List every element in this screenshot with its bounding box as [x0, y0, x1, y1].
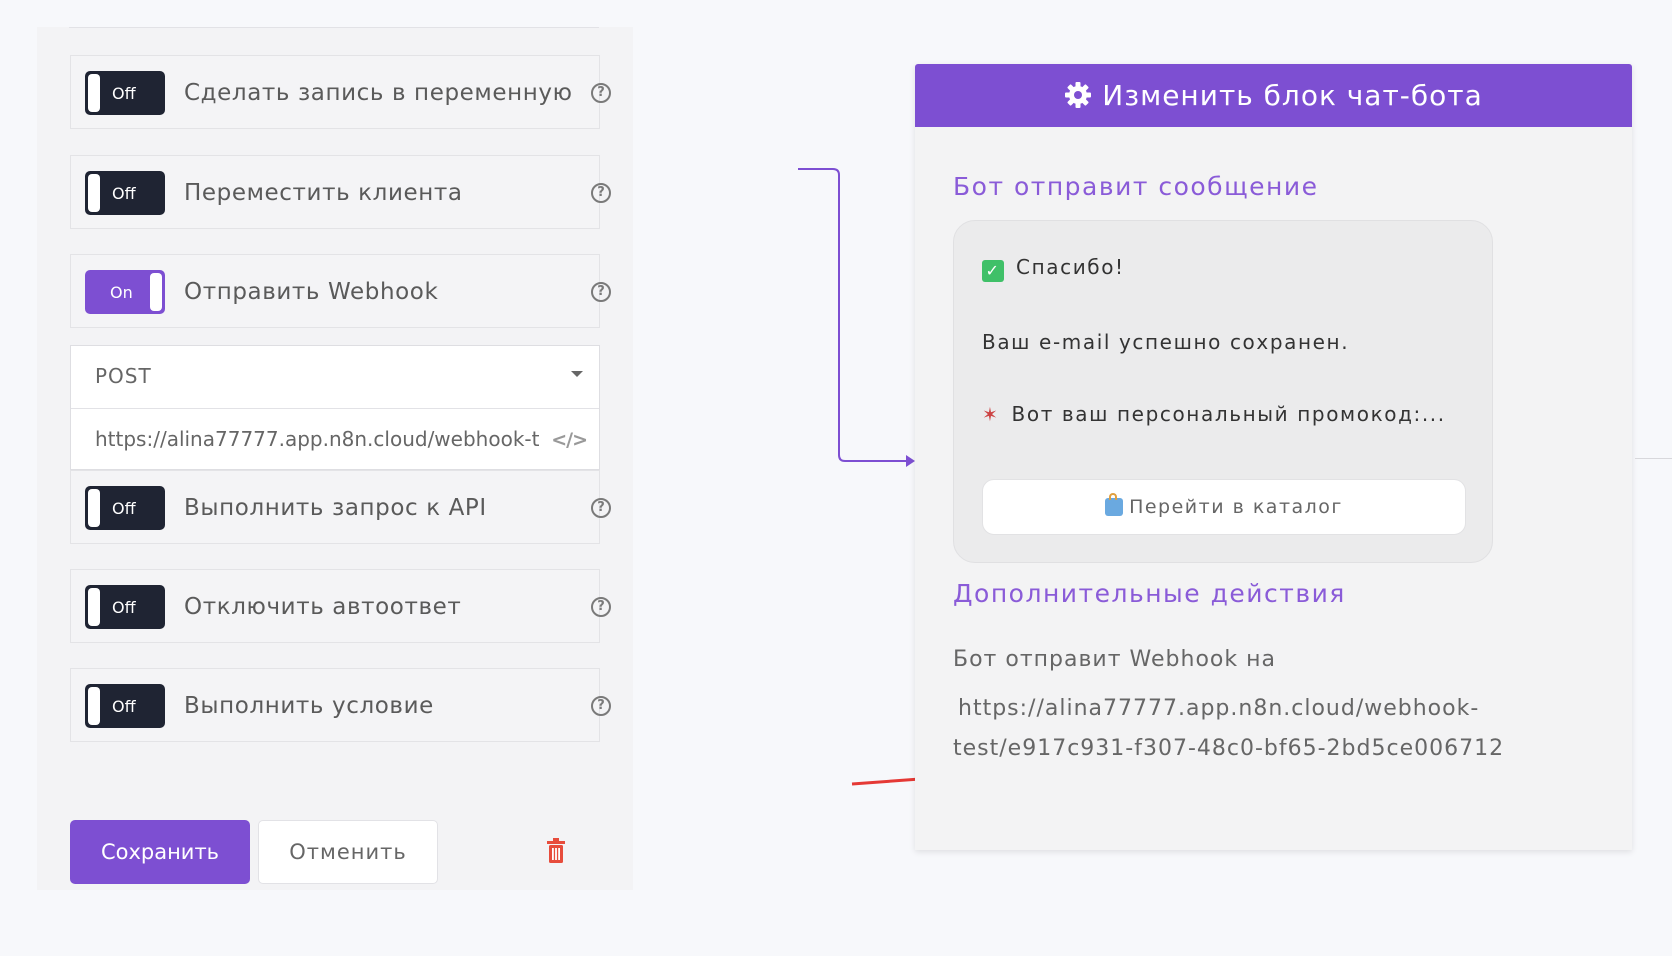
- toggle-knob: [150, 273, 162, 311]
- toggle-variable[interactable]: Off: [85, 71, 165, 115]
- help-icon[interactable]: ?: [591, 597, 611, 617]
- message-line-3: Вот ваш персональный промокод:...: [1011, 402, 1446, 426]
- webhook-url-line-1: https://alina77777.app.n8n.cloud/webhook…: [958, 696, 1480, 721]
- save-button[interactable]: Сохранить: [70, 820, 250, 884]
- toggle-state: Off: [112, 697, 136, 716]
- action-row-autoreply: Off Отключить автоответ ?: [70, 569, 611, 643]
- toggle-webhook[interactable]: On: [85, 270, 165, 314]
- action-label: Сделать запись в переменную: [184, 80, 573, 106]
- toggle-state: Off: [112, 499, 136, 518]
- message-section-title: Бот отправит сообщение: [953, 172, 1319, 201]
- action-label: Выполнить запрос к API: [184, 495, 487, 521]
- help-icon[interactable]: ?: [591, 498, 611, 518]
- message-line-2: Ваш e-mail успешно сохранен.: [982, 330, 1350, 354]
- additional-section-title: Дополнительные действия: [953, 579, 1346, 608]
- help-icon[interactable]: ?: [591, 696, 611, 716]
- method-value: POST: [95, 364, 152, 388]
- catalog-button[interactable]: Перейти в каталог: [982, 479, 1466, 535]
- toggle-condition[interactable]: Off: [85, 684, 165, 728]
- toggle-state: On: [110, 283, 133, 302]
- toggle-knob: [88, 489, 100, 527]
- toggle-move-client[interactable]: Off: [85, 171, 165, 215]
- help-icon[interactable]: ?: [591, 282, 611, 302]
- method-select[interactable]: POST: [71, 346, 599, 409]
- message-line-1: Спасибо!: [1016, 255, 1125, 279]
- cancel-button[interactable]: Отменить: [258, 820, 438, 884]
- toggle-autoreply[interactable]: Off: [85, 585, 165, 629]
- message-line: ✶ Вот ваш персональный промокод:...: [982, 402, 1446, 426]
- webhook-settings: POST </>: [70, 345, 600, 470]
- check-icon: ✓: [982, 260, 1004, 282]
- card-title: Изменить блок чат-бота: [1102, 79, 1483, 112]
- code-icon[interactable]: </>: [551, 429, 588, 451]
- help-icon[interactable]: ?: [591, 183, 611, 203]
- action-label: Выполнить условие: [184, 693, 434, 719]
- toggle-knob: [88, 687, 100, 725]
- card-header: Изменить блок чат-бота: [915, 64, 1632, 127]
- action-row-move-client: Off Переместить клиента ?: [70, 155, 611, 229]
- webhook-url-input[interactable]: [71, 408, 599, 470]
- action-label: Отключить автоответ: [184, 594, 462, 620]
- webhook-info-label: Бот отправит Webhook на: [953, 647, 1276, 672]
- message-preview: ✓ Спасибо! Ваш e-mail успешно сохранен. ✶…: [953, 220, 1493, 563]
- chevron-down-icon: [571, 371, 583, 377]
- action-label: Отправить Webhook: [184, 279, 439, 305]
- webhook-url-line-2: test/e917c931-f307-48c0-bf65-2bd5ce00671…: [953, 736, 1505, 761]
- gear-icon: [1065, 82, 1092, 108]
- message-line: ✓ Спасибо!: [982, 255, 1125, 282]
- action-row-condition: Off Выполнить условие ?: [70, 668, 611, 742]
- toggle-state: Off: [112, 184, 136, 203]
- action-row-webhook: On Отправить Webhook ?: [70, 254, 611, 328]
- shopping-bag-icon: [1105, 493, 1124, 516]
- edit-block-card: Изменить блок чат-бота Бот отправит сооб…: [915, 64, 1632, 850]
- toggle-state: Off: [112, 84, 136, 103]
- toggle-knob: [88, 174, 100, 212]
- toggle-knob: [88, 74, 100, 112]
- action-row-variable: Off Сделать запись в переменную ?: [70, 55, 611, 129]
- divider: [69, 27, 599, 28]
- divider: [1635, 458, 1672, 459]
- help-icon[interactable]: ?: [591, 83, 611, 103]
- toggle-api[interactable]: Off: [85, 486, 165, 530]
- action-label: Переместить клиента: [184, 180, 463, 206]
- toggle-knob: [88, 588, 100, 626]
- action-row-api: Off Выполнить запрос к API ?: [70, 470, 611, 544]
- catalog-button-label: Перейти в каталог: [1129, 496, 1343, 518]
- party-icon: ✶: [982, 404, 1000, 426]
- toggle-state: Off: [112, 598, 136, 617]
- trash-icon[interactable]: [546, 838, 566, 864]
